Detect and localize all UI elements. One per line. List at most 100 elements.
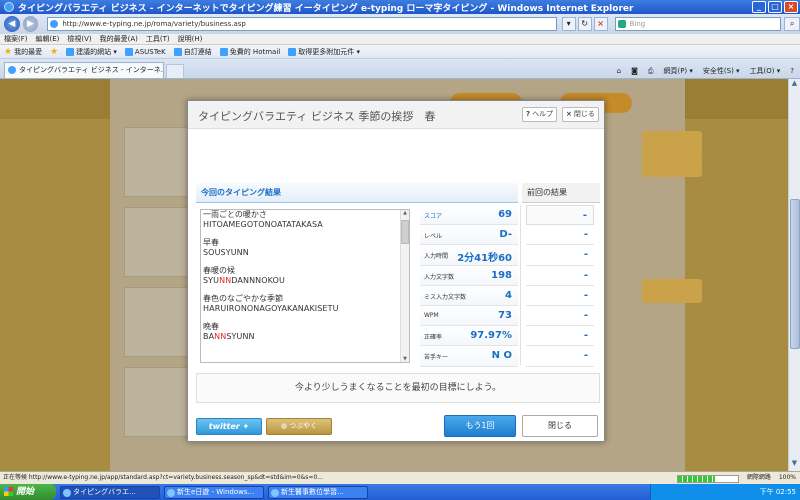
tab-active[interactable]: タイピングバラエティ ビジネス - インターネ... <box>4 62 164 78</box>
back-button[interactable]: ◀ <box>4 16 20 32</box>
stat-row: WPM 73 <box>420 305 518 327</box>
taskbar-item-label: タイピングバラエ... <box>73 487 136 496</box>
scrollbar-thumb[interactable] <box>790 199 800 349</box>
previous-stat-value: - <box>583 330 588 342</box>
tsubuyaku-button[interactable]: ◍ つぶやく <box>266 418 332 435</box>
search-icon[interactable]: ⌕ <box>784 17 800 31</box>
previous-stat-value: - <box>583 229 588 241</box>
scroll-up-icon[interactable]: ▲ <box>789 79 800 91</box>
window-title: タイピングバラエティ ビジネス - インターネットでタイピング練習 イータイピン… <box>18 3 634 14</box>
scrollbar-thumb[interactable] <box>401 220 409 244</box>
stat-row: ミス入力文字数 4 <box>420 285 518 306</box>
word-list[interactable]: 一雨ごとの暖かさ HITOAMEGOTONOATATAKASA 早春 SOUSYUNN… <box>200 209 410 363</box>
previous-stats: - - - - - - - - <box>526 205 594 367</box>
start-button[interactable]: 開始 <box>0 484 56 500</box>
menu-help[interactable]: 說明(H) <box>178 34 203 44</box>
fav-item-suggested[interactable]: 建議的網站 ▾ <box>66 47 117 57</box>
word-japanese: 晩春 <box>203 322 219 331</box>
menu-view[interactable]: 檢視(V) <box>67 34 91 44</box>
stat-value: 73 <box>498 309 512 321</box>
page-icon <box>173 47 182 56</box>
url-field[interactable]: http://www.e-typing.ne.jp/roma/variety/b… <box>47 17 557 31</box>
results-header: 今回のタイピング結果 前回の結果 <box>196 183 600 203</box>
previous-stat-value: - <box>583 269 588 281</box>
menu-tools[interactable]: 工具(T) <box>146 34 170 44</box>
taskbar: 開始 タイピングバラエ... 新生e日遊 - Windows... 新生醫事數位… <box>0 484 800 500</box>
taskbar-item[interactable]: 新生醫事數位學習... <box>268 485 368 499</box>
taskbar-item[interactable]: タイピングバラエ... <box>60 485 160 499</box>
search-placeholder: Bing <box>629 20 646 28</box>
scroll-up-icon[interactable]: ▲ <box>401 210 409 216</box>
chat-icon: ◍ <box>280 422 287 430</box>
fav-item-asus[interactable]: ASUSTeK <box>124 47 166 56</box>
word-list-scrollbar[interactable]: ▲ ▼ <box>400 210 409 362</box>
dialog-footer: twitter ✦ ◍ つぶやく もう1回 閉じる <box>188 409 604 441</box>
fav-item-label: 取得更多附加元件 ▾ <box>298 47 360 56</box>
cmd-page[interactable]: 網頁(P) ▾ <box>663 66 692 76</box>
word-entry: 晩春 BANNSYUNN <box>201 322 409 342</box>
word-romaji: SYUNNDANNNOKOU <box>203 276 409 286</box>
add-favorite-icon[interactable]: ★ <box>50 47 58 57</box>
side-link <box>642 279 702 303</box>
system-tray: 下午 02:55 <box>650 484 800 500</box>
refresh-icon[interactable]: ↻ <box>577 17 592 31</box>
menu-favorites[interactable]: 我的最愛(A) <box>100 34 138 44</box>
fav-item-label: 建議的網站 ▾ <box>76 47 117 56</box>
miss-segment: NN <box>214 332 227 341</box>
minimize-button[interactable]: _ <box>752 1 766 13</box>
dialog-header: タイピングバラエティ ビジネス 季節の挨拶 春 ? ヘルプ × 閉じる <box>188 101 604 129</box>
previous-stat-row: - <box>526 346 594 367</box>
fav-item-custom-links[interactable]: 自訂連結 <box>173 47 212 57</box>
dialog-close-button[interactable]: × 閉じる <box>562 107 599 122</box>
page-icon <box>66 47 75 56</box>
home-icon[interactable]: ⌂ <box>617 66 621 76</box>
side-card <box>124 207 188 277</box>
previous-stat-row: - <box>526 306 594 327</box>
site-icon <box>50 20 59 28</box>
menu-file[interactable]: 檔案(F) <box>4 34 28 44</box>
previous-stat-value: - <box>583 350 588 362</box>
retry-button[interactable]: もう1回 <box>444 415 516 437</box>
scroll-down-icon[interactable]: ▼ <box>401 356 409 362</box>
twitter-label: twitter <box>208 422 240 431</box>
previous-stat-value: - <box>583 289 588 301</box>
status-bar: 正在等候 http://www.e-typing.ne.jp/app/stand… <box>0 471 800 484</box>
close-icon: × <box>566 110 572 118</box>
cmd-safety[interactable]: 安全性(S) ▾ <box>703 66 740 76</box>
new-tab-button[interactable] <box>166 64 184 78</box>
stat-value: 198 <box>491 269 512 281</box>
stat-value: 4 <box>505 289 512 301</box>
ie-icon <box>63 488 71 497</box>
twitter-button[interactable]: twitter ✦ <box>196 418 262 435</box>
help-button[interactable]: ? ヘルプ <box>522 107 558 122</box>
stat-value: D- <box>499 229 512 241</box>
dropdown-icon[interactable]: ▾ <box>561 17 576 31</box>
page-scrollbar[interactable]: ▲ ▼ <box>788 79 800 471</box>
scroll-down-icon[interactable]: ▼ <box>789 459 800 471</box>
goal-message: 今より少しうまくなることを最初の目標にしよう。 <box>196 373 600 403</box>
stop-icon[interactable]: × <box>593 17 608 31</box>
romaji-segment: HITOAMEGOTONOATATAKASA <box>203 220 323 229</box>
print-icon[interactable]: ⎙ <box>648 66 654 76</box>
word-list-content: 一雨ごとの暖かさ HITOAMEGOTONOATATAKASA 早春 SOUSYUNN… <box>201 210 409 342</box>
window-close-button[interactable]: × <box>784 1 798 13</box>
previous-stat-value: - <box>583 249 588 261</box>
taskbar-item[interactable]: 新生e日遊 - Windows... <box>164 485 264 499</box>
search-input[interactable]: Bing <box>614 17 782 31</box>
menu-edit[interactable]: 編輯(E) <box>36 34 60 44</box>
word-entry: 春色のなごやかな季節 HARUIRONONAGOYAKANAKISETU <box>201 294 409 314</box>
previous-stat-row: - <box>526 286 594 306</box>
favorites-button[interactable]: ★ 我的最愛 <box>4 47 42 57</box>
status-text: 正在等候 http://www.e-typing.ne.jp/app/stand… <box>3 474 323 481</box>
previous-stat-row: - <box>526 205 594 226</box>
feeds-icon[interactable]: ◙ <box>631 66 638 76</box>
zoom-level[interactable]: 100% <box>779 472 796 484</box>
close-button[interactable]: 閉じる <box>522 415 598 437</box>
page-icon <box>219 47 228 56</box>
forward-button[interactable]: ▶ <box>22 16 39 32</box>
maximize-button[interactable]: □ <box>768 1 782 13</box>
cmd-help[interactable]: ? <box>790 66 794 76</box>
fav-item-addons[interactable]: 取得更多附加元件 ▾ <box>288 47 360 57</box>
cmd-tools[interactable]: 工具(O) ▾ <box>750 66 781 76</box>
fav-item-hotmail[interactable]: 免費的 Hotmail <box>219 47 280 57</box>
